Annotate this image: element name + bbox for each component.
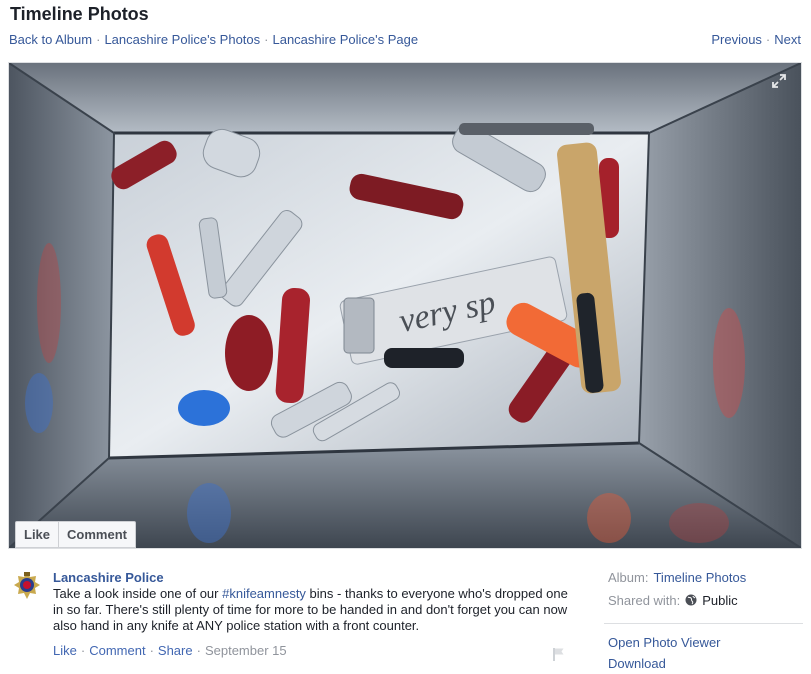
globe-icon bbox=[685, 594, 697, 606]
photo-details: Album: Timeline Photos Shared with: Public bbox=[608, 566, 803, 612]
expand-icon[interactable] bbox=[771, 73, 787, 89]
shared-with-label: Shared with: bbox=[608, 593, 681, 608]
page-link[interactable]: Lancashire Police's Page bbox=[272, 32, 418, 47]
album-photos-link[interactable]: Lancashire Police's Photos bbox=[104, 32, 260, 47]
photo-frame[interactable]: very sp Like Comment bbox=[9, 63, 801, 548]
like-link[interactable]: Like bbox=[53, 643, 77, 658]
photo-pager: Previous · Next bbox=[711, 32, 801, 47]
post-date[interactable]: September 15 bbox=[205, 643, 287, 658]
album-label: Album: bbox=[608, 570, 649, 585]
breadcrumb-separator: · bbox=[96, 32, 101, 47]
breadcrumb: Back to Album · Lancashire Police's Photos… bbox=[9, 32, 418, 47]
police-crest-avatar[interactable] bbox=[13, 571, 41, 603]
post-footer: Like · Comment · Share · September 15 bbox=[53, 643, 287, 658]
next-photo-link[interactable]: Next bbox=[774, 32, 801, 47]
photo-actions: Like Comment bbox=[15, 521, 136, 548]
pager-separator: · bbox=[765, 32, 771, 47]
album-link[interactable]: Timeline Photos bbox=[653, 570, 746, 585]
post-area: Lancashire Police Take a look inside one… bbox=[9, 560, 584, 668]
download-link[interactable]: Download bbox=[608, 653, 721, 674]
flag-icon[interactable] bbox=[552, 647, 566, 661]
share-link[interactable]: Share bbox=[158, 643, 193, 658]
breadcrumb-separator: · bbox=[264, 32, 269, 47]
comment-link[interactable]: Comment bbox=[89, 643, 145, 658]
album-row: Album: Timeline Photos bbox=[608, 566, 803, 589]
post-text: Take a look inside one of our #knifeamne… bbox=[53, 586, 581, 634]
back-to-album-link[interactable]: Back to Album bbox=[9, 32, 92, 47]
comment-photo-button[interactable]: Comment bbox=[58, 522, 135, 547]
page-title: Timeline Photos bbox=[10, 4, 149, 24]
open-photo-viewer-link[interactable]: Open Photo Viewer bbox=[608, 632, 721, 653]
photo-image: very sp bbox=[9, 63, 801, 548]
previous-photo-link[interactable]: Previous bbox=[711, 32, 762, 47]
footer-separator: · bbox=[149, 643, 154, 658]
like-photo-button[interactable]: Like bbox=[16, 522, 58, 547]
sidebar-divider bbox=[604, 623, 803, 624]
shared-with-value[interactable]: Public bbox=[702, 593, 737, 608]
shared-with-row: Shared with: Public bbox=[608, 589, 803, 612]
footer-separator: · bbox=[80, 643, 86, 658]
post-text-before: Take a look inside one of our bbox=[53, 586, 223, 601]
footer-separator: · bbox=[196, 643, 201, 658]
hashtag-link[interactable]: #knifeamnesty bbox=[222, 586, 306, 601]
post-author[interactable]: Lancashire Police bbox=[53, 570, 164, 585]
